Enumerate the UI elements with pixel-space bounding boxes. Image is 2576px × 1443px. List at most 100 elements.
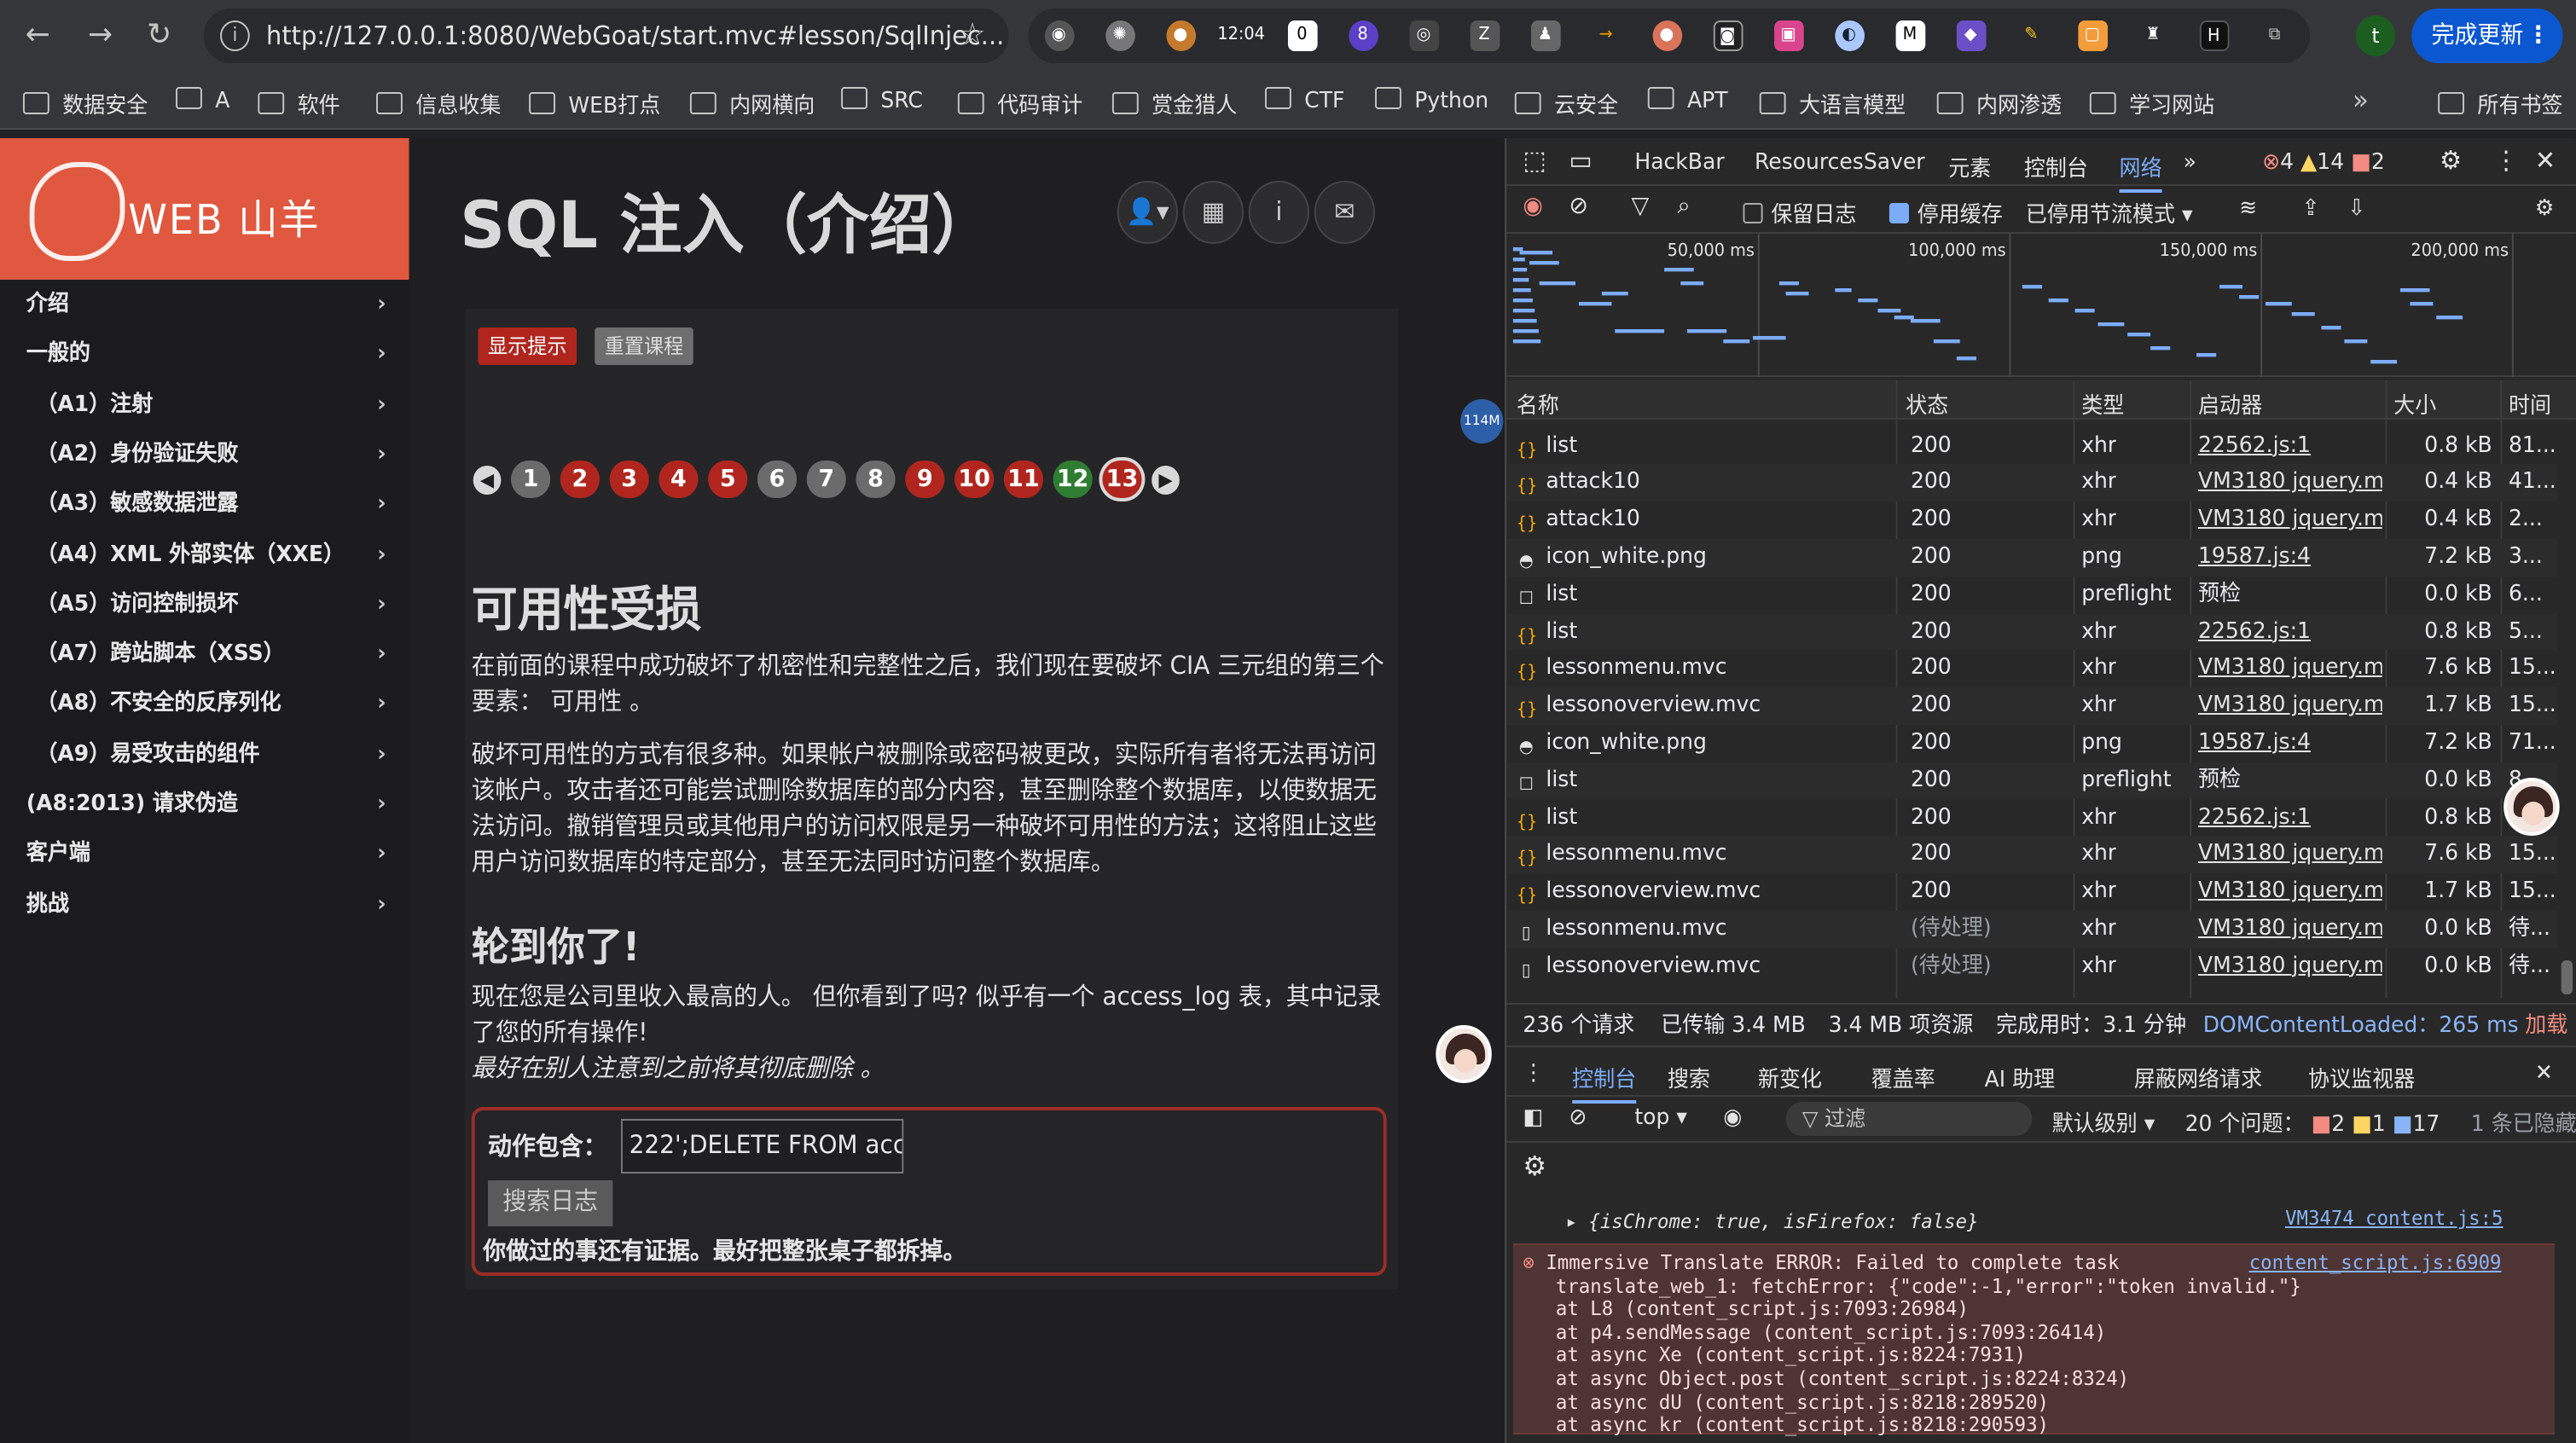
- issues-counter[interactable]: 20 个问题： ■2 ■1 ■17: [2185, 1105, 2440, 1138]
- tab-elements[interactable]: 元素: [1948, 150, 1991, 183]
- network-row[interactable]: {} lessonoverview.mvc 200 xhr VM3180 jquery.…: [1506, 873, 2558, 911]
- assistant-avatar-icon[interactable]: [2503, 778, 2560, 836]
- request-init[interactable]: VM3180 jquery.min: [2198, 873, 2382, 911]
- error-source-link[interactable]: content_script.js:6909: [2249, 1250, 2502, 1274]
- col-time[interactable]: 时间: [2509, 387, 2551, 420]
- bookmark-folder[interactable]: APT: [1648, 87, 1728, 114]
- page-number[interactable]: 11: [1003, 461, 1044, 498]
- sidebar-toggle-icon[interactable]: ◧: [1523, 1105, 1543, 1131]
- console-error-entry[interactable]: ⊗ content_script.js:6909 Immersive Trans…: [1512, 1243, 2555, 1436]
- drawer-tab[interactable]: 覆盖率: [1871, 1061, 1935, 1093]
- back-button[interactable]: ←: [20, 17, 55, 55]
- extension-icon[interactable]: ◙: [1697, 17, 1758, 55]
- network-scrollbar[interactable]: [2561, 960, 2573, 994]
- drawer-tab[interactable]: 协议监视器: [2308, 1061, 2415, 1093]
- update-button[interactable]: 完成更新 ⋮: [2411, 9, 2563, 63]
- puzzle-icon[interactable]: ⧉: [2244, 17, 2305, 55]
- log-level-select[interactable]: 默认级别 ▾: [2052, 1105, 2155, 1138]
- network-row[interactable]: {} attack10 200 xhr VM3180 jquery.min 0.4 kB 4…: [1506, 464, 2558, 502]
- request-init[interactable]: VM3180 jquery.min: [2198, 465, 2382, 502]
- network-row[interactable]: ▯ lessonmenu.mvc (待处理) xhr VM3180 jquery.min…: [1506, 910, 2558, 948]
- drawer-tab[interactable]: AI 助理: [1985, 1061, 2056, 1093]
- extension-icon[interactable]: ◎: [1393, 17, 1453, 55]
- assistant-avatar-icon[interactable]: [1436, 1025, 1492, 1083]
- extension-icon[interactable]: H: [2184, 17, 2244, 55]
- bookmark-folder[interactable]: Python: [1375, 87, 1488, 114]
- request-init[interactable]: VM3180 jquery.min: [2198, 687, 2382, 725]
- request-init[interactable]: VM3180 jquery.min: [2198, 911, 2382, 948]
- extension-icon[interactable]: ▢: [2062, 17, 2122, 55]
- sidebar-item[interactable]: 挑战 ›: [0, 879, 409, 929]
- bookmark-folder[interactable]: 赏金猎人: [1112, 87, 1237, 119]
- bookmark-folder[interactable]: 内网横向: [690, 87, 815, 119]
- cookie-extension-icon[interactable]: ●: [1150, 17, 1210, 55]
- request-init[interactable]: 22562.js:1: [2198, 799, 2382, 837]
- page-number[interactable]: 1: [510, 461, 551, 498]
- console-filter-input[interactable]: ▽ 过滤: [1785, 1102, 2033, 1136]
- extension-icon[interactable]: M: [1879, 17, 1940, 55]
- network-overview[interactable]: 50,000 ms 100,000 ms 150,000 ms 200,000 …: [1506, 234, 2576, 377]
- console-settings-icon[interactable]: ⚙: [1523, 1150, 1546, 1182]
- error-count[interactable]: ⊗4 ▲14 ■2: [2262, 150, 2385, 176]
- search-log-button[interactable]: 搜索日志: [488, 1180, 613, 1226]
- bookmark-folder[interactable]: 大语言模型: [1760, 87, 1906, 119]
- request-init[interactable]: 19587.js:4: [2198, 725, 2382, 762]
- bookmark-folder[interactable]: 代码审计: [958, 87, 1082, 119]
- context-select[interactable]: top ▾: [1634, 1105, 1687, 1131]
- import-har-icon[interactable]: ⇪: [2301, 196, 2319, 222]
- bookmark-folder[interactable]: 学习网站: [2090, 87, 2214, 119]
- extension-icon[interactable]: ◆: [1941, 17, 2001, 55]
- profile-avatar[interactable]: t: [2355, 15, 2396, 56]
- extension-icon[interactable]: ◉: [1029, 17, 1089, 55]
- extension-icon[interactable]: ♜: [2122, 17, 2183, 55]
- memory-badge[interactable]: 114M: [1460, 399, 1504, 443]
- extension-icon[interactable]: Z: [1454, 17, 1515, 55]
- col-status[interactable]: 状态: [1906, 387, 1948, 420]
- col-initiator[interactable]: 启动器: [2198, 387, 2262, 420]
- page-number[interactable]: 13: [1102, 461, 1142, 498]
- about-button[interactable]: i: [1248, 181, 1310, 244]
- show-hints-button[interactable]: 显示提示: [478, 327, 577, 365]
- reset-lesson-button[interactable]: 重置课程: [595, 327, 693, 365]
- sidebar-item[interactable]: （A4）XML 外部实体（XXE） ›: [0, 530, 409, 579]
- page-number[interactable]: 12: [1053, 461, 1093, 498]
- more-tabs-icon[interactable]: »: [2184, 150, 2196, 176]
- extension-icon[interactable]: ♟: [1515, 17, 1575, 55]
- page-number[interactable]: 6: [757, 461, 798, 498]
- bookmark-star-icon[interactable]: ☆: [960, 17, 986, 53]
- record-icon[interactable]: ◉: [1523, 193, 1543, 220]
- page-number[interactable]: 3: [609, 461, 649, 498]
- arrow-extension-icon[interactable]: →: [1575, 17, 1636, 55]
- search-icon[interactable]: ⌕: [1677, 193, 1690, 220]
- network-row[interactable]: ▯ lessonoverview.mvc (待处理) xhr VM3180 jquery…: [1506, 948, 2558, 985]
- site-info-icon[interactable]: i: [220, 20, 250, 51]
- drawer-tab[interactable]: 屏蔽网络请求: [2134, 1061, 2262, 1093]
- network-row[interactable]: {} lessonmenu.mvc 200 xhr VM3180 jquery.min 7…: [1506, 651, 2558, 688]
- page-number[interactable]: 10: [954, 461, 995, 498]
- close-drawer-icon[interactable]: ✕: [2535, 1061, 2553, 1087]
- preserve-log-checkbox[interactable]: 保留日志: [1743, 196, 1856, 229]
- col-size[interactable]: 大小: [2393, 387, 2436, 420]
- tab-network[interactable]: 网络: [2119, 150, 2162, 193]
- tab-console[interactable]: 控制台: [2024, 150, 2088, 183]
- request-init[interactable]: 19587.js:4: [2198, 539, 2382, 577]
- disable-cache-checkbox[interactable]: 停用缓存: [1888, 196, 2003, 229]
- sidebar-item[interactable]: 客户端 ›: [0, 830, 409, 879]
- page-number[interactable]: 4: [659, 461, 699, 498]
- sidebar-item[interactable]: (A8:2013) 请求伪造 ›: [0, 779, 409, 829]
- sidebar-item[interactable]: （A9）易受攻击的组件 ›: [0, 729, 409, 779]
- extension-icon[interactable]: ▣: [1758, 17, 1819, 55]
- next-page-icon[interactable]: ▶: [1152, 465, 1180, 494]
- sidebar-item[interactable]: 介绍 ›: [0, 280, 409, 329]
- request-init[interactable]: VM3180 jquery.min: [2198, 501, 2382, 539]
- bookmark-folder[interactable]: 数据安全: [23, 87, 148, 119]
- sidebar-item[interactable]: （A5）访问控制损坏 ›: [0, 580, 409, 629]
- tab-hackbar[interactable]: HackBar: [1634, 150, 1724, 176]
- network-conditions-icon[interactable]: ≋: [2239, 196, 2257, 222]
- request-init[interactable]: VM3180 jquery.min: [2198, 948, 2382, 985]
- extension-icon[interactable]: ●: [1636, 17, 1697, 55]
- extension-icon[interactable]: ✺: [1089, 17, 1150, 55]
- bookmark-folder[interactable]: 信息收集: [376, 87, 501, 119]
- forward-button[interactable]: →: [82, 17, 118, 55]
- sidebar-item[interactable]: （A7）跨站脚本（XSS） ›: [0, 629, 409, 679]
